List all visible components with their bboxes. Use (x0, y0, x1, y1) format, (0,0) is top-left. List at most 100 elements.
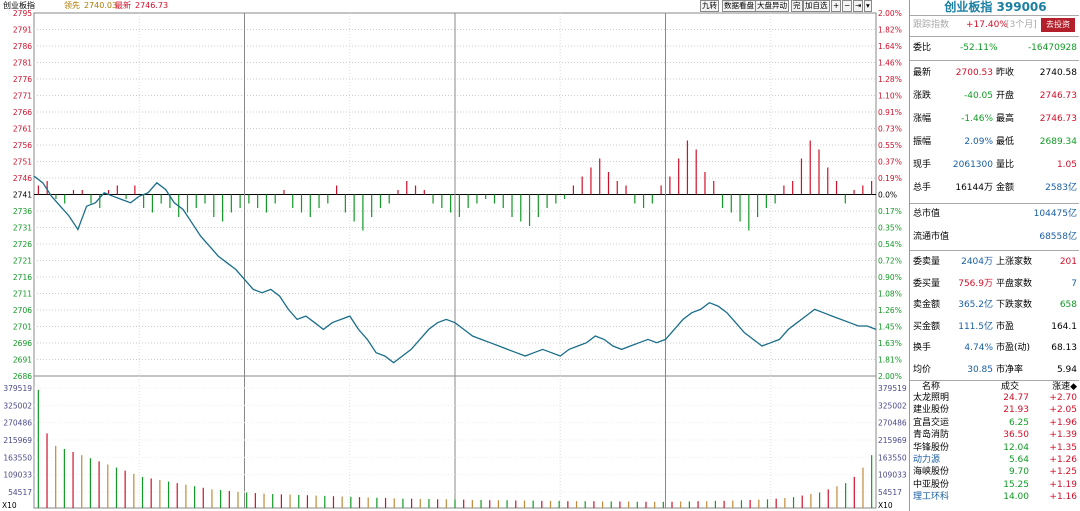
vol-tick-label-right: 163550 (878, 453, 907, 462)
stat2-value: 201 (1059, 257, 1077, 267)
stock-row[interactable]: 太龙照明 24.77 +2.70 (910, 393, 1079, 404)
pct-tick-label: 1.45% (878, 323, 902, 332)
follow-value: +17.40% (966, 20, 1008, 30)
pct-tick-label: 0.90% (878, 273, 902, 282)
stat-row: 现手 2061300 量比 1.05 (910, 155, 1079, 175)
stat-label: 量比 (996, 160, 1015, 170)
stat2-row: 买金额 111.5亿 市盈 164.1 (910, 317, 1079, 337)
quote-panel: 创业板指 399006 跟踪指数 +17.40% [3个月] 去投资 委比 -5… (909, 0, 1080, 511)
stat-label: 开盘 (996, 91, 1015, 101)
stock-row[interactable]: 中亚股份 15.25 +1.19 (910, 480, 1079, 491)
stat2-label: 卖金额 (913, 300, 941, 310)
total-mv-value: 104475亿 (1033, 209, 1077, 219)
stock-speed: +1.19 (1049, 479, 1077, 490)
stat-value: 1.05 (1056, 160, 1077, 170)
pct-tick-label: 1.28% (878, 75, 902, 84)
stock-speed: +1.16 (1049, 492, 1077, 503)
price-tick-label: 2776 (13, 75, 32, 84)
stock-row[interactable]: 建业股份 21.93 +2.05 (910, 405, 1079, 416)
pct-tick-label: 0.17% (878, 207, 902, 216)
stat-row: 涨跌 -40.05 开盘 2746.73 (910, 86, 1079, 106)
stock-speed: +1.26 (1049, 455, 1077, 465)
vol-tick-label: 109033 (3, 471, 32, 480)
pct-tick-label: 1.08% (878, 290, 902, 299)
stock-row[interactable]: 海峡股份 9.70 +1.25 (910, 467, 1079, 478)
vol-tick-label: 215969 (3, 436, 32, 445)
stock-row[interactable]: 宜昌交运 6.25 +1.96 (910, 418, 1079, 429)
weibi-value: -52.11% (960, 43, 998, 53)
pct-tick-label: 0.54% (878, 240, 902, 249)
stat-value: 16144万 (955, 183, 993, 193)
follow-period: [3个月] (1006, 20, 1037, 30)
stat-value: 2583亿 (1045, 183, 1077, 193)
vol-unit-label: X10 (2, 501, 17, 510)
price-tick-label: 2706 (13, 306, 32, 315)
pct-tick-label: 0.37% (878, 158, 902, 167)
stock-price: 6.25 (1008, 417, 1029, 428)
pct-tick-label: 1.82% (878, 26, 902, 35)
vol-tick-label: 163550 (3, 453, 32, 462)
stat2-row: 卖金额 365.2亿 下跌家数 658 (910, 295, 1079, 315)
float-mv-label: 流通市值 (913, 232, 950, 242)
stock-price: 9.70 (1008, 467, 1029, 478)
price-tick-label: 2786 (13, 42, 32, 51)
divider (910, 380, 1079, 381)
stat-label: 涨跌 (913, 91, 932, 101)
stock-row[interactable]: 华锋股份 12.04 +1.35 (910, 443, 1079, 454)
vol-tick-label: 270486 (3, 419, 32, 428)
intraday-chart[interactable]: 创业板指 领先 2740.03 最新 2746.73 九转 数据看盘 大盘异动 … (0, 0, 908, 511)
price-tick-label: 2731 (13, 224, 32, 233)
stat2-label: 下跌家数 (996, 300, 1033, 310)
invest-button[interactable]: 去投资 (1041, 18, 1075, 32)
stat2-value: 756.9万 (958, 278, 993, 289)
stat-label: 昨收 (996, 68, 1015, 78)
stat-row: 振幅 2.09% 最低 2689.34 (910, 132, 1079, 152)
stock-row[interactable]: 动力源 5.64 +1.26 (910, 455, 1079, 466)
stat-value: 2740.58 (1039, 68, 1077, 78)
stat2-value: 68.13 (1051, 343, 1077, 353)
price-tick-label: 2711 (13, 290, 32, 299)
price-tick-label: 2751 (13, 158, 32, 167)
stat2-label: 市净率 (996, 364, 1024, 375)
vol-tick-label-right: 379519 (878, 384, 907, 393)
stock-price: 12.04 (1003, 442, 1029, 453)
header-speed[interactable]: 涨速◆ (1052, 382, 1077, 393)
stat2-value: 5.94 (1056, 364, 1077, 375)
price-tick-label: 2736 (13, 207, 32, 216)
stock-price: 21.93 (1003, 405, 1029, 416)
pct-tick-label: 2.00% (878, 9, 902, 18)
vol-tick-label-right: 325002 (878, 401, 907, 410)
stock-row[interactable]: 理工环科 14.00 +1.16 (910, 492, 1079, 503)
stock-name: 海峡股份 (913, 467, 950, 478)
stat2-row: 委卖量 2404万 上涨家数 201 (910, 252, 1079, 272)
stock-name: 建业股份 (913, 405, 950, 416)
stat-row: 总手 16144万 金额 2583亿 (910, 178, 1079, 198)
price-tick-label: 2791 (13, 26, 32, 35)
stat-value: -40.05 (963, 91, 993, 101)
stat2-value: 2404万 (961, 257, 993, 267)
stat-row: 涨幅 -1.46% 最高 2746.73 (910, 109, 1079, 129)
stock-price: 5.64 (1008, 455, 1029, 465)
panel-title: 创业板指 399006 (944, 0, 1047, 14)
weicha-value: -16470928 (1027, 43, 1077, 53)
stat2-row: 均价 30.85 市净率 5.94 (910, 360, 1079, 380)
stat-label: 金额 (996, 183, 1015, 193)
stat-label: 总手 (913, 183, 932, 193)
pct-tick-label: 1.81% (878, 356, 902, 365)
price-tick-label: 2741 (13, 191, 32, 200)
stat-label: 涨幅 (913, 114, 932, 124)
header-name: 名称 (922, 382, 941, 392)
stat2-value: 658 (1059, 300, 1077, 310)
stat2-label: 均价 (913, 364, 932, 375)
stat2-label: 平盘家数 (996, 278, 1033, 289)
price-tick-label: 2771 (13, 92, 32, 101)
stock-row[interactable]: 青岛消防 36.50 +1.39 (910, 430, 1079, 441)
vol-tick-label-right: 270486 (878, 419, 907, 428)
stat-label: 现手 (913, 160, 932, 170)
pct-tick-label: 1.46% (878, 59, 902, 68)
pct-tick-label: 0.91% (878, 108, 902, 117)
stat-value: 2746.73 (1039, 91, 1077, 101)
stat2-row: 委买量 756.9万 平盘家数 7 (910, 274, 1079, 294)
stock-name: 理工环科 (913, 492, 950, 503)
stat-value: 2.09% (964, 137, 993, 147)
